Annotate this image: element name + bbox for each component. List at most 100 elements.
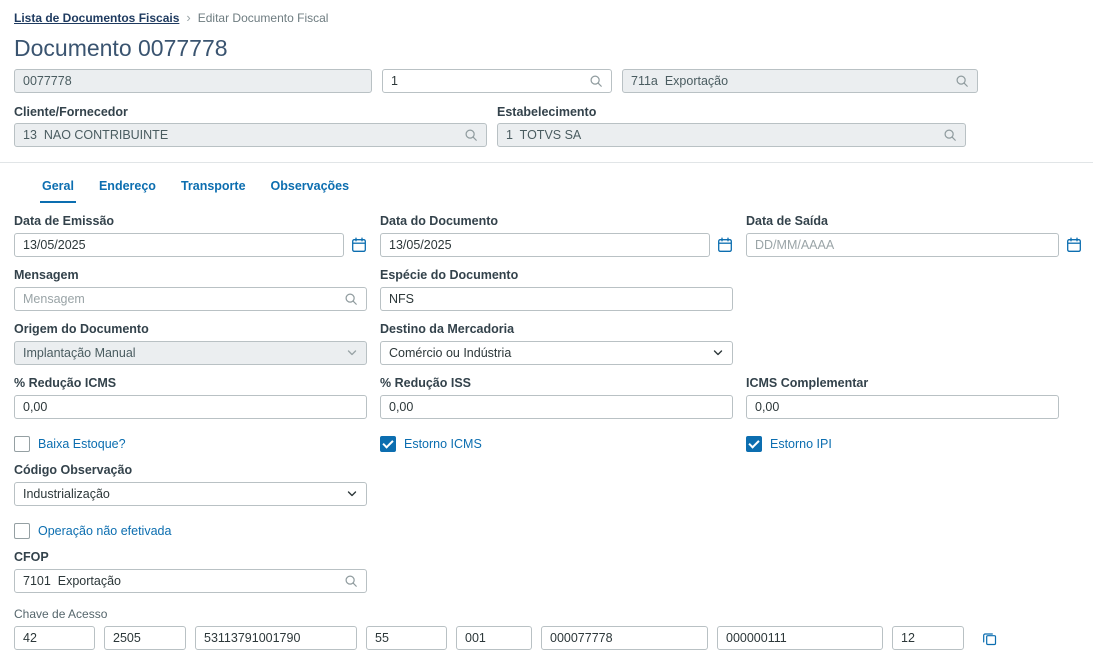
destino-mercadoria-value: Comércio ou Indústria (389, 346, 511, 360)
data-documento-input[interactable] (389, 234, 701, 256)
breadcrumb-link-lista-documentos[interactable]: Lista de Documentos Fiscais (14, 11, 179, 25)
chave-part-input[interactable] (901, 627, 955, 649)
header-divider (0, 162, 1093, 163)
field-data-documento: Data do Documento (380, 214, 733, 257)
estorno-icms-checkbox-label: Estorno ICMS (404, 437, 482, 451)
baixa-estoque-checkbox-box[interactable] (14, 436, 30, 452)
chave-part-input[interactable] (204, 627, 348, 649)
documento-field (14, 69, 372, 93)
reducao-iss-input-wrap (380, 395, 733, 419)
chave-part-input[interactable] (375, 627, 438, 649)
field-codigo-observacao: Código Observação Industrialização (14, 463, 367, 506)
estorno-icms-checkbox-box[interactable] (380, 436, 396, 452)
copy-icon[interactable] (982, 631, 997, 646)
estorno-ipi-checkbox[interactable]: Estorno IPI (746, 436, 1082, 452)
data-emissao-label: Data de Emissão (14, 214, 367, 228)
data-emissao-input[interactable] (23, 234, 335, 256)
baixa-estoque-checkbox-label: Baixa Estoque? (38, 437, 126, 451)
operacao-nao-efetivada-checkbox-box[interactable] (14, 523, 30, 539)
tab-endereco[interactable]: Endereço (97, 174, 158, 203)
search-icon[interactable] (344, 574, 358, 588)
header-row-1 (0, 69, 1093, 93)
reducao-icms-input[interactable] (23, 396, 358, 418)
icms-complementar-label: ICMS Complementar (746, 376, 1082, 390)
chave-part-input[interactable] (465, 627, 523, 649)
search-icon (464, 128, 478, 142)
chave-part-wrap (892, 626, 964, 650)
especie-documento-input[interactable] (389, 288, 724, 310)
origem-documento-value: Implantação Manual (23, 346, 136, 360)
cliente-fornecedor-label: Cliente/Fornecedor (14, 105, 487, 119)
calendar-icon[interactable] (717, 237, 733, 253)
search-icon[interactable] (589, 74, 603, 88)
estabelecimento-label: Estabelecimento (497, 105, 966, 119)
origem-documento-select: Implantação Manual (14, 341, 367, 365)
chave-acesso-label: Chave de Acesso (14, 607, 1079, 621)
chevron-down-icon (712, 347, 724, 359)
reducao-icms-label: % Redução ICMS (14, 376, 367, 390)
chave-part-wrap (541, 626, 708, 650)
estabelecimento-input-wrap (497, 123, 966, 147)
field-reducao-icms: % Redução ICMS (14, 376, 367, 419)
codigo-observacao-value: Industrialização (23, 487, 110, 501)
data-saida-input[interactable] (755, 234, 1050, 256)
field-origem-documento: Origem do Documento Implantação Manual (14, 322, 367, 365)
reducao-iss-input[interactable] (389, 396, 724, 418)
especie-documento-input-wrap (380, 287, 733, 311)
estorno-ipi-checkbox-label: Estorno IPI (770, 437, 832, 451)
data-documento-input-wrap (380, 233, 710, 257)
chevron-down-icon (346, 488, 358, 500)
chave-part-input[interactable] (550, 627, 699, 649)
destino-mercadoria-select[interactable]: Comércio ou Indústria (380, 341, 733, 365)
calendar-icon[interactable] (1066, 237, 1082, 253)
codigo-observacao-label: Código Observação (14, 463, 367, 477)
data-documento-label: Data do Documento (380, 214, 733, 228)
breadcrumb: Lista de Documentos Fiscais › Editar Doc… (0, 0, 1093, 25)
tab-geral[interactable]: Geral (40, 174, 76, 203)
estabelecimento-input (506, 124, 937, 146)
data-saida-label: Data de Saída (746, 214, 1082, 228)
field-icms-complementar: ICMS Complementar (746, 376, 1082, 419)
breadcrumb-separator-icon: › (186, 10, 190, 25)
tab-observacoes[interactable]: Observações (269, 174, 352, 203)
field-especie-documento: Espécie do Documento (380, 268, 733, 311)
breadcrumb-current: Editar Documento Fiscal (198, 11, 329, 25)
icms-complementar-input[interactable] (755, 396, 1050, 418)
chave-part-wrap (14, 626, 95, 650)
estorno-icms-checkbox[interactable]: Estorno ICMS (380, 436, 733, 452)
cfop-label: CFOP (14, 550, 367, 564)
estabelecimento-field: Estabelecimento (497, 99, 966, 147)
cliente-fornecedor-input-wrap (14, 123, 487, 147)
chave-part-wrap (195, 626, 357, 650)
chave-part-input[interactable] (23, 627, 86, 649)
search-icon (955, 74, 969, 88)
calendar-icon[interactable] (351, 237, 367, 253)
origem-documento-label: Origem do Documento (14, 322, 367, 336)
baixa-estoque-checkbox[interactable]: Baixa Estoque? (14, 436, 367, 452)
serie-input[interactable] (391, 70, 583, 92)
field-destino-mercadoria: Destino da Mercadoria Comércio ou Indúst… (380, 322, 733, 365)
operacao-nao-efetivada-checkbox-label: Operação não efetivada (38, 524, 171, 538)
mensagem-label: Mensagem (14, 268, 367, 282)
field-mensagem: Mensagem (14, 268, 367, 311)
data-saida-input-wrap (746, 233, 1059, 257)
chave-part-wrap (456, 626, 532, 650)
cfop-input[interactable] (23, 570, 338, 592)
field-reducao-iss: % Redução ISS (380, 376, 733, 419)
chave-part-wrap (104, 626, 186, 650)
operacao-nao-efetivada-checkbox[interactable]: Operação não efetivada (14, 523, 1079, 539)
search-icon[interactable] (344, 292, 358, 306)
documento-input (23, 70, 363, 92)
cliente-fornecedor-input (23, 124, 458, 146)
mensagem-input[interactable] (23, 288, 338, 310)
serie-field (382, 69, 612, 93)
chave-part-wrap (717, 626, 883, 650)
tab-transporte[interactable]: Transporte (179, 174, 248, 203)
header-row-2: Cliente/Fornecedor Estabelecimento (0, 99, 1093, 147)
search-icon (943, 128, 957, 142)
estorno-ipi-checkbox-box[interactable] (746, 436, 762, 452)
codigo-observacao-select[interactable]: Industrialização (14, 482, 367, 506)
natureza-field (622, 69, 978, 93)
chave-part-input[interactable] (113, 627, 177, 649)
chave-part-input[interactable] (726, 627, 874, 649)
